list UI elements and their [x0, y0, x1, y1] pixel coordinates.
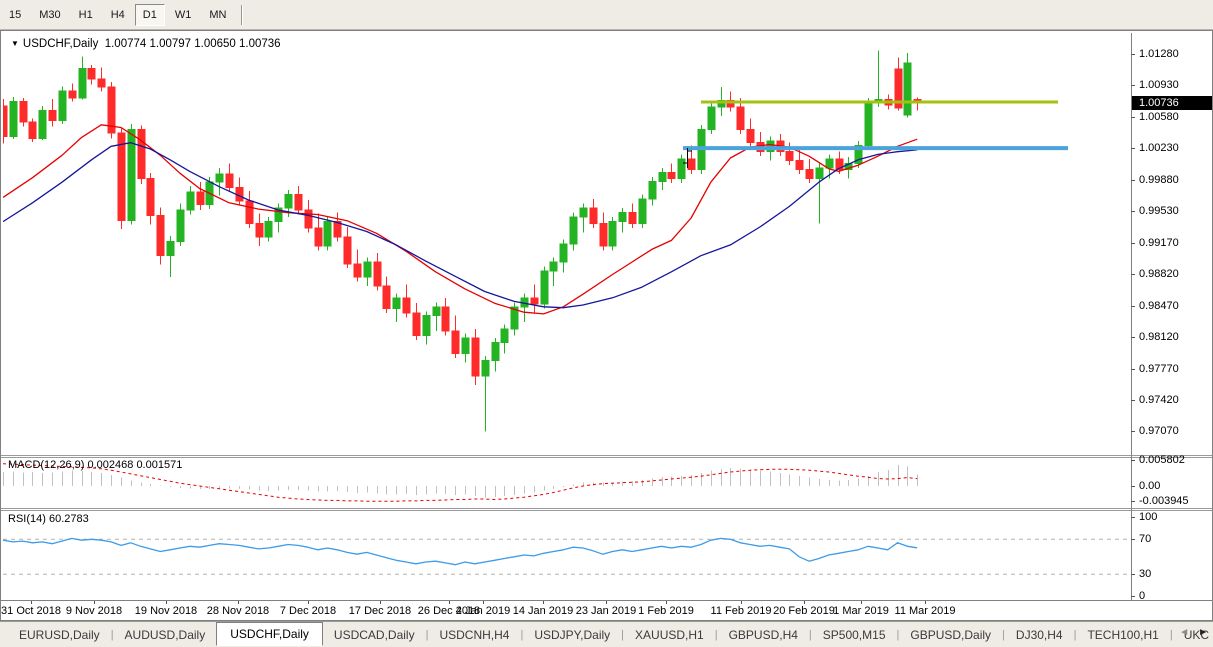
price-axis-label: 0.98120	[1139, 331, 1179, 343]
date-axis-tick	[861, 601, 862, 604]
timeframe-button-15[interactable]: 15	[1, 4, 29, 26]
price-axis-tick	[1131, 243, 1135, 244]
date-axis-tick	[166, 601, 167, 604]
tab-scroll-left-icon[interactable]: ◄	[1179, 627, 1189, 638]
metatrader-window: { "toolbar": { "timeframes": ["15", "M30…	[0, 0, 1213, 647]
price-axis-label: 0.97770	[1139, 363, 1179, 375]
price-axis-tick	[1131, 337, 1135, 338]
price-axis-label: 0.98470	[1139, 300, 1179, 312]
price-axis-label: 0.99530	[1139, 205, 1179, 217]
date-axis-tick	[94, 601, 95, 604]
price-pane[interactable]	[3, 33, 1131, 455]
chart-tab-usdjpy-daily[interactable]: USDJPY,Daily	[523, 624, 621, 646]
chart-tab-eurusd-daily[interactable]: EURUSD,Daily	[8, 624, 111, 646]
price-axis-tick	[1131, 369, 1135, 370]
date-axis-tick	[238, 601, 239, 604]
date-axis-tick	[483, 601, 484, 604]
date-axis-tick	[449, 601, 450, 604]
chart-dropdown-icon[interactable]: ▼	[11, 39, 19, 48]
chart-symbol-label: USDCHF,Daily	[22, 38, 99, 50]
macd-axis-label: 0.00	[1139, 480, 1161, 492]
price-axis-label: 1.00930	[1139, 79, 1179, 91]
chart-tab-usdcad-daily[interactable]: USDCAD,Daily	[323, 624, 426, 646]
price-axis-tick	[1131, 400, 1135, 401]
macd-signal-value: 0.001571	[136, 459, 183, 471]
price-axis-label: 0.98820	[1139, 268, 1179, 280]
rsi-axis-label: 100	[1139, 511, 1158, 523]
date-axis-tick	[31, 601, 32, 604]
price-axis-label: 1.00230	[1139, 142, 1179, 154]
chart-ohlc-values: 1.00774 1.00797 1.00650 1.00736	[104, 38, 281, 50]
price-axis-label: 0.97420	[1139, 394, 1179, 406]
rsi-axis-tick	[1131, 574, 1135, 575]
price-axis-tick	[1131, 117, 1135, 118]
chart-tab-dj30-h4[interactable]: DJ30,H4	[1005, 624, 1074, 646]
price-axis-tick	[1131, 431, 1135, 432]
candlestick-series	[3, 50, 922, 432]
price-axis-tick	[1131, 211, 1135, 212]
rsi-axis-label: 70	[1139, 533, 1152, 545]
current-price-tag: 1.00736	[1132, 96, 1212, 110]
price-axis-label: 1.01280	[1139, 48, 1179, 60]
price-axis-label: 0.99170	[1139, 237, 1179, 249]
date-axis-tick	[741, 601, 742, 604]
price-axis-tick	[1131, 306, 1135, 307]
tab-scroll-arrows: ◄ ►	[1170, 627, 1208, 638]
macd-label: MACD(12,26,9) 0.002468 0.001571	[8, 459, 182, 471]
rsi-axis-label: 0	[1139, 590, 1146, 602]
price-axis-label: 0.97070	[1139, 425, 1179, 437]
rsi-axis-tick	[1131, 539, 1135, 540]
chart-tab-tech100-h1[interactable]: TECH100,H1	[1076, 624, 1169, 646]
chart-title: ▼ USDCHF,Daily 1.00774 1.00797 1.00650 1.…	[11, 38, 281, 50]
price-axis-label: 1.00580	[1139, 111, 1179, 123]
date-axis-tick	[380, 601, 381, 604]
rsi-axis-label: 30	[1139, 568, 1152, 580]
rsi-pane	[3, 537, 1131, 575]
rsi-name: RSI(14)	[8, 513, 46, 525]
price-axis-tick	[1131, 274, 1135, 275]
price-axis-tick	[1131, 85, 1135, 86]
timeframe-button-d1[interactable]: D1	[134, 3, 165, 26]
date-axis-tick	[666, 601, 667, 604]
date-axis-tick	[308, 601, 309, 604]
timeframe-button-h1[interactable]: H1	[71, 4, 101, 26]
date-axis-label: 11 Mar 2019	[894, 605, 956, 617]
price-axis-tick	[1131, 54, 1135, 55]
rsi-axis-tick	[1131, 596, 1135, 597]
date-axis-tick	[543, 601, 544, 604]
macd-axis-label: 0.005802	[1139, 454, 1185, 466]
price-axis-tick	[1131, 148, 1135, 149]
date-axis-tick	[606, 601, 607, 604]
chart-tab-audusd-daily[interactable]: AUDUSD,Daily	[114, 624, 217, 646]
rsi-value: 60.2783	[48, 513, 89, 525]
macd-name: MACD(12,26,9)	[8, 459, 85, 471]
tab-scroll-right-icon[interactable]: ►	[1198, 627, 1208, 638]
rsi-line	[3, 537, 918, 566]
price-axis-label: 0.99880	[1139, 174, 1179, 186]
chart-tab-gbpusd-daily[interactable]: GBPUSD,Daily	[899, 624, 1002, 646]
timeframe-button-w1[interactable]: W1	[167, 4, 200, 26]
rsi-label: RSI(14) 60.2783	[8, 513, 89, 525]
chart-tab-usdcnh-h4[interactable]: USDCNH,H4	[428, 624, 520, 646]
date-axis-tick	[804, 601, 805, 604]
macd-axis-tick	[1131, 486, 1135, 487]
timeframe-button-m30[interactable]: M30	[31, 4, 68, 26]
chart-tab-usdchf-daily[interactable]: USDCHF,Daily	[216, 622, 323, 646]
macd-value: 0.002468	[87, 459, 134, 471]
chart-tab-sp500-m15[interactable]: SP500,M15	[812, 624, 897, 646]
chart-tab-gbpusd-h4[interactable]: GBPUSD,H4	[718, 624, 809, 646]
price-axis-tick	[1131, 180, 1135, 181]
price-axis-border	[1131, 33, 1132, 600]
chart-tab-bar: EURUSD,Daily | AUDUSD,Daily USDCHF,Daily USD…	[0, 621, 1213, 647]
timeframe-button-h4[interactable]: H4	[103, 4, 133, 26]
macd-axis-label: -0.003945	[1139, 495, 1189, 507]
macd-axis-tick	[1131, 501, 1135, 502]
rsi-axis-tick	[1131, 517, 1135, 518]
timeframe-toolbar: 15 M30 H1 H4 D1 W1 MN	[0, 0, 1213, 30]
macd-axis-tick	[1131, 460, 1135, 461]
chart-tab-xauusd-h1[interactable]: XAUUSD,H1	[624, 624, 715, 646]
date-axis-tick	[925, 601, 926, 604]
toolbar-separator	[241, 4, 244, 25]
timeframe-button-mn[interactable]: MN	[201, 4, 234, 26]
